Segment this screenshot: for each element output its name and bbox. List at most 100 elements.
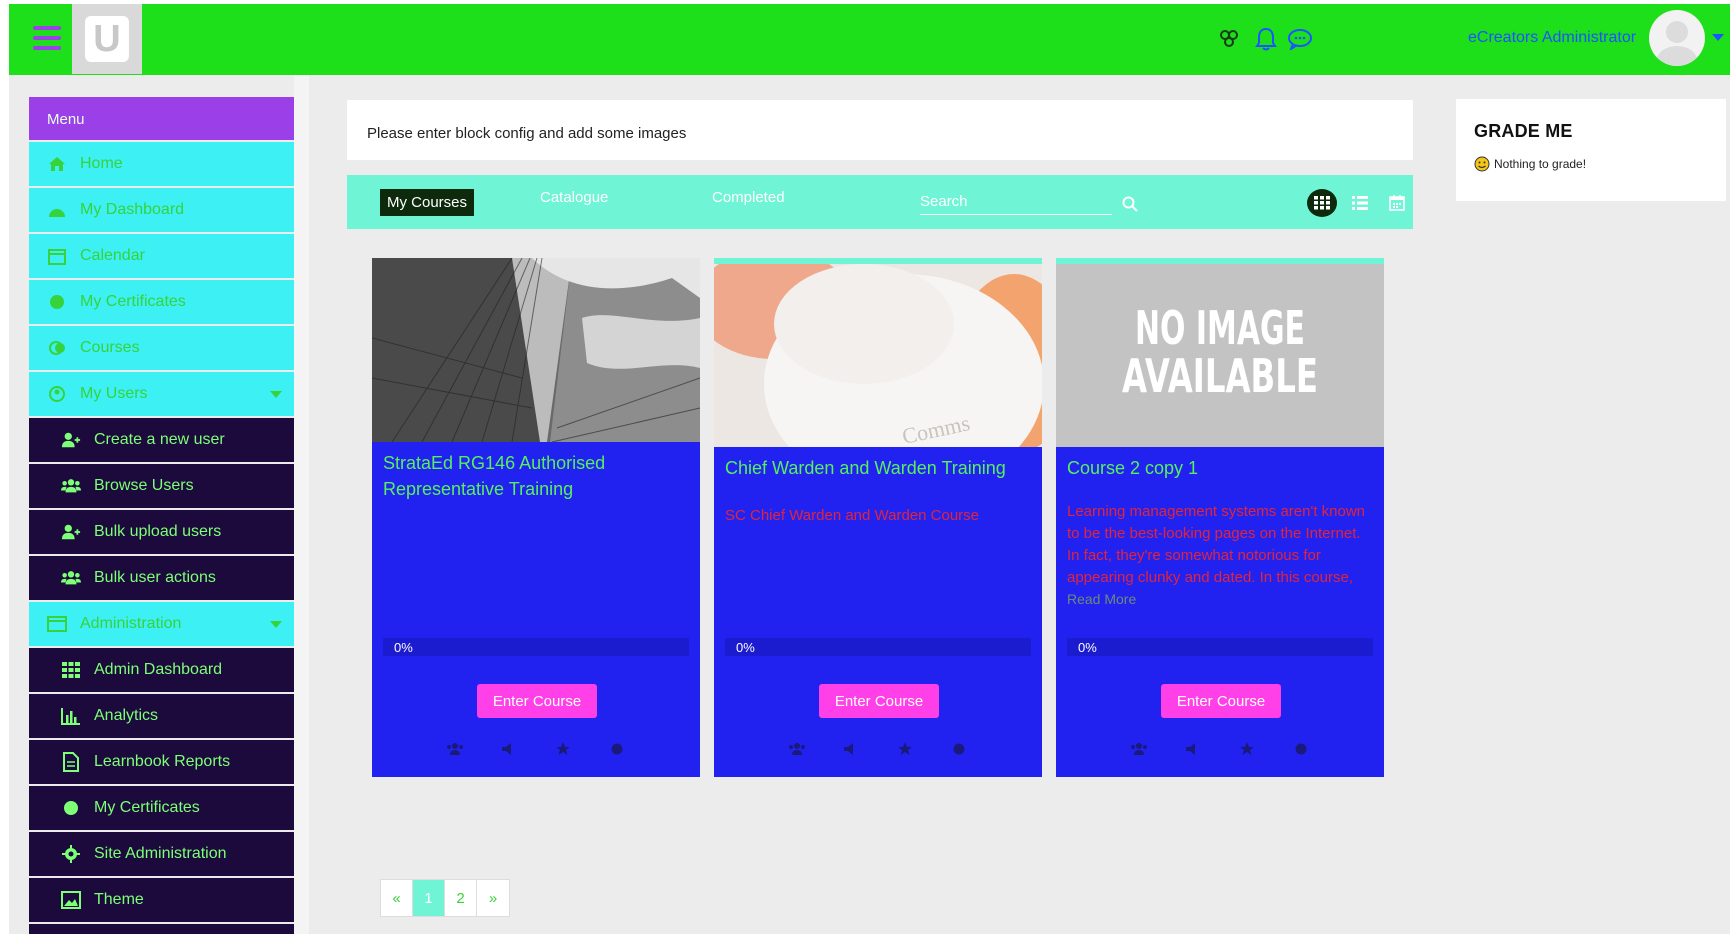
course-card[interactable]: Comms Chief Warden and Warden Training S… <box>714 258 1042 777</box>
sidebar-item-calendar[interactable]: Calendar <box>29 234 294 278</box>
sidebar-item-label: Admin Dashboard <box>94 661 223 678</box>
pagination-page-1[interactable]: 1 <box>413 880 445 916</box>
calendar-view-icon[interactable] <box>1382 189 1412 217</box>
star-icon[interactable] <box>554 740 572 758</box>
user-menu-chevron-down-icon[interactable] <box>1712 34 1724 41</box>
list-view-icon[interactable] <box>1345 189 1375 217</box>
progress-label: 0% <box>736 640 755 655</box>
enter-course-button[interactable]: Enter Course <box>1161 684 1281 718</box>
gear-icon <box>61 844 81 864</box>
grade-me-block: GRADE ME Nothing to grade! <box>1456 99 1726 201</box>
pagination-next[interactable]: » <box>477 880 509 916</box>
tab-completed[interactable]: Completed <box>712 189 785 206</box>
sidebar-item-label: Analytics <box>94 707 159 724</box>
tab-my-courses[interactable]: My Courses <box>380 189 475 216</box>
sidebar-gutter <box>294 75 309 934</box>
sidebar-item-label: Courses <box>80 339 140 356</box>
sidebar-item-label: Create a new user <box>94 431 225 448</box>
users-icon[interactable] <box>1130 740 1148 758</box>
bar-chart-icon <box>61 706 81 726</box>
volume-icon[interactable] <box>1184 740 1202 758</box>
chevron-down-icon[interactable] <box>270 621 282 628</box>
course-card[interactable]: NO IMAGE AVAILABLE Course 2 copy 1 Learn… <box>1056 258 1384 777</box>
course-title[interactable]: Course 2 copy 1 <box>1056 447 1384 503</box>
sidebar-item-browse-users[interactable]: Browse Users <box>29 464 294 508</box>
bell-icon[interactable] <box>1253 26 1279 52</box>
sidebar-item-my-dashboard[interactable]: My Dashboard <box>29 188 294 232</box>
admin-icon <box>47 614 67 634</box>
sidebar-item-label: Calendar <box>80 247 145 264</box>
users-icon[interactable] <box>446 740 464 758</box>
image-icon <box>61 890 81 910</box>
card-actions <box>1056 740 1384 758</box>
sidebar-item-site-administration[interactable]: Site Administration <box>29 832 294 876</box>
page: U eCreators Administrator Menu Home My D… <box>9 4 1730 934</box>
user-avatar[interactable] <box>1649 10 1705 66</box>
sidebar-item-my-users[interactable]: My Users <box>29 372 294 416</box>
certificate-icon <box>47 292 67 312</box>
no-image-text-line1: NO IMAGE <box>1135 301 1305 355</box>
sidebar-item-bulk-upload-users[interactable]: Bulk upload users <box>29 510 294 554</box>
pagination-prev[interactable]: « <box>381 880 413 916</box>
users-icon[interactable] <box>788 740 806 758</box>
star-icon[interactable] <box>896 740 914 758</box>
tab-catalogue[interactable]: Catalogue <box>540 189 608 206</box>
sidebar-item-analytics[interactable]: Analytics <box>29 694 294 738</box>
sidebar-menu-title: Menu <box>29 97 294 140</box>
smiley-icon <box>1474 156 1490 172</box>
pagination-page-2[interactable]: 2 <box>445 880 477 916</box>
chat-icon[interactable] <box>1287 26 1313 52</box>
users-icon <box>47 384 67 404</box>
hamburger-menu-icon[interactable] <box>33 26 61 50</box>
gear-icon[interactable] <box>950 740 968 758</box>
sidebar-item-home[interactable]: Home <box>29 142 294 186</box>
sidebar-item-bulk-user-actions[interactable]: Bulk user actions <box>29 556 294 600</box>
course-tabs: My Courses Catalogue Completed <box>347 175 1413 229</box>
sidebar-item-create-user[interactable]: Create a new user <box>29 418 294 462</box>
card-actions <box>372 740 700 758</box>
course-image-hard-hat[interactable]: Comms <box>714 264 1042 447</box>
dashboard-icon <box>47 200 67 220</box>
sidebar-item-my-certificates-2[interactable]: My Certificates <box>29 786 294 830</box>
sidebar-item-label: Browse Users <box>94 477 194 494</box>
gear-icon[interactable] <box>608 740 626 758</box>
no-image-placeholder[interactable]: NO IMAGE AVAILABLE <box>1056 264 1384 447</box>
grid-view-icon[interactable] <box>1307 189 1337 217</box>
sidebar-item-administration[interactable]: Administration <box>29 602 294 646</box>
sidebar-item-theme[interactable]: Theme <box>29 878 294 922</box>
chevron-down-icon[interactable] <box>270 391 282 398</box>
username-label[interactable]: eCreators Administrator <box>1468 29 1636 47</box>
sidebar-item-learnbook-reports[interactable]: Learnbook Reports <box>29 740 294 784</box>
star-icon[interactable] <box>1238 740 1256 758</box>
enter-course-button[interactable]: Enter Course <box>819 684 939 718</box>
volume-icon[interactable] <box>842 740 860 758</box>
sidebar-item-label: Administration <box>80 615 182 632</box>
sidebar-item-label: My Users <box>80 385 148 402</box>
sidebar-item-courses[interactable]: Courses <box>29 326 294 370</box>
read-more-link[interactable]: Read More <box>1056 589 1384 607</box>
grade-me-title: GRADE ME <box>1474 121 1573 141</box>
enter-course-button[interactable]: Enter Course <box>477 684 597 718</box>
course-image-building[interactable] <box>372 258 700 442</box>
grade-me-status: Nothing to grade! <box>1474 156 1708 172</box>
courses-icon <box>47 338 67 358</box>
sidebar-item-label: Theme <box>94 891 144 908</box>
course-title[interactable]: StrataEd RG146 Authorised Representative… <box>372 442 700 502</box>
search-input[interactable] <box>920 187 1090 210</box>
top-navbar: U eCreators Administrator <box>9 4 1730 75</box>
sidebar-item-label: My Dashboard <box>80 201 185 218</box>
course-title[interactable]: Chief Warden and Warden Training <box>714 447 1042 507</box>
logo-letter: U <box>85 16 129 62</box>
sidebar-item-admin-dashboard[interactable]: Admin Dashboard <box>29 648 294 692</box>
pagination: « 1 2 » <box>380 879 510 917</box>
sidebar-item-label: My Certificates <box>80 293 186 310</box>
course-card[interactable]: StrataEd RG146 Authorised Representative… <box>372 258 700 777</box>
sidebar-item-partial[interactable] <box>29 924 294 934</box>
site-logo[interactable]: U <box>72 4 142 74</box>
gear-icon[interactable] <box>1292 740 1310 758</box>
volume-icon[interactable] <box>500 740 518 758</box>
sidebar-item-my-certificates[interactable]: My Certificates <box>29 280 294 324</box>
search-icon[interactable] <box>1120 190 1140 218</box>
users-icon[interactable] <box>1216 26 1242 52</box>
progress-bar: 0% <box>725 638 1031 656</box>
